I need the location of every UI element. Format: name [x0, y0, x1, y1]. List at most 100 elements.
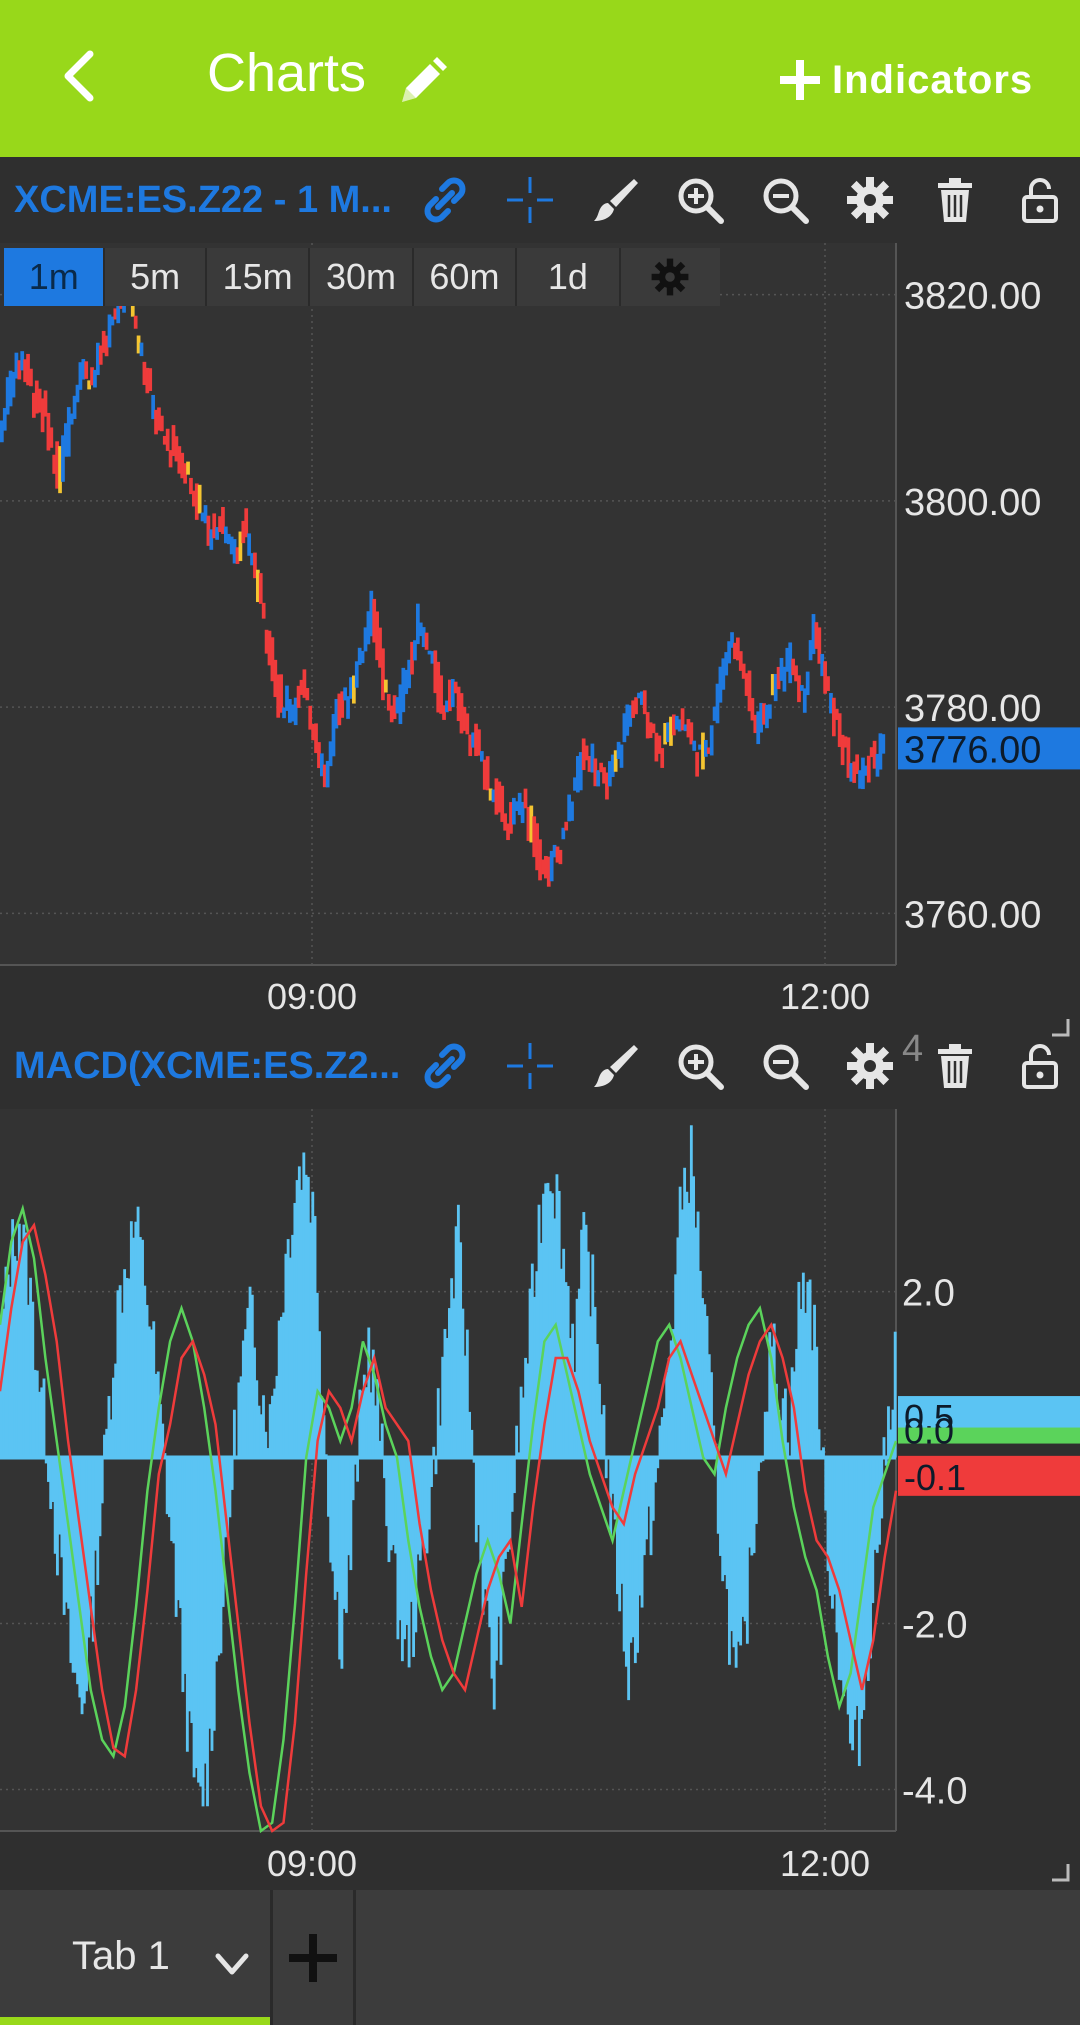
price-panel-title[interactable]: XCME:ES.Z22 - 1 M...: [14, 179, 404, 222]
histogram-bar: [687, 1202, 691, 1458]
price-chart-svg[interactable]: 3820.00 3800.00 3780.00 3760.00 3776.00 09:00…: [0, 243, 1080, 1043]
timeframe-settings[interactable]: [621, 248, 720, 306]
histogram-bar: [833, 1457, 837, 1595]
histogram-bar: [880, 1457, 884, 1519]
histogram-bar: [553, 1218, 557, 1458]
timeframe-15m[interactable]: 15m: [207, 248, 311, 306]
histogram-bar: [11, 1219, 15, 1458]
crosshair-icon[interactable]: [505, 175, 555, 225]
histogram-bar: [508, 1457, 512, 1550]
histogram-bar: [817, 1429, 821, 1458]
histogram-bar: [302, 1152, 306, 1458]
histogram-bar: [560, 1268, 563, 1458]
gear-icon[interactable]: [845, 175, 895, 225]
histogram-bar: [112, 1377, 115, 1458]
macd-chart[interactable]: 2.0 -2.0 -4.0 4 0.5 0.0 -0.1 09:00 12:00: [0, 1023, 1080, 1890]
histogram-bar: [203, 1457, 207, 1764]
tab-1[interactable]: Tab 1: [0, 1890, 273, 2025]
histogram-bar: [770, 1346, 774, 1458]
histogram-bar: [322, 1415, 326, 1458]
histogram-bar: [282, 1312, 286, 1458]
macd-panel-title[interactable]: MACD(XCME:ES.Z2...: [14, 1045, 404, 1088]
histogram-bar: [636, 1457, 639, 1653]
crosshair-icon[interactable]: [505, 1041, 555, 1091]
histogram-bar: [734, 1457, 738, 1668]
histogram-bar: [555, 1174, 559, 1458]
trash-icon[interactable]: [930, 1041, 980, 1091]
zoom-out-icon[interactable]: [760, 175, 810, 225]
brush-icon[interactable]: [590, 1041, 640, 1091]
histogram-bar: [712, 1425, 716, 1458]
back-arrow-icon[interactable]: [52, 46, 112, 106]
histogram-bar: [696, 1211, 700, 1458]
chevron-down-icon[interactable]: [212, 1944, 252, 1984]
histogram-bar: [400, 1457, 404, 1662]
macd-panel-toolbar: MACD(XCME:ES.Z2...: [0, 1023, 1080, 1109]
link-icon[interactable]: [420, 175, 470, 225]
histogram-bar: [33, 1369, 37, 1458]
timeframe-selector: 1m 5m 15m 30m 60m 1d: [4, 248, 720, 306]
timeframe-30m[interactable]: 30m: [310, 248, 414, 306]
timeframe-1d[interactable]: 1d: [517, 248, 621, 306]
price-chart[interactable]: 3820.00 3800.00 3780.00 3760.00 3776.00 09:00…: [0, 243, 1080, 1043]
histogram-bar: [728, 1457, 731, 1665]
timeframe-5m[interactable]: 5m: [105, 248, 207, 306]
histogram-bar: [98, 1457, 102, 1537]
link-icon[interactable]: [420, 1041, 470, 1091]
histogram-bar: [268, 1404, 272, 1458]
histogram-bar: [564, 1282, 568, 1458]
histogram-bar: [6, 1274, 10, 1458]
histogram-bar: [551, 1193, 554, 1458]
histogram-bar: [616, 1457, 619, 1595]
candle: [465, 713, 470, 735]
histogram-bar: [530, 1263, 534, 1458]
zoom-in-icon[interactable]: [675, 175, 725, 225]
histogram-bar: [633, 1457, 637, 1664]
histogram-bar: [667, 1358, 671, 1458]
histogram-bar: [860, 1457, 863, 1719]
histogram-bar: [801, 1272, 805, 1458]
histogram-bar: [69, 1457, 73, 1663]
histogram-bar: [78, 1457, 82, 1698]
lock-open-icon[interactable]: [1015, 175, 1065, 225]
zoom-out-icon[interactable]: [760, 1041, 810, 1091]
histogram-bar: [349, 1457, 353, 1571]
brush-icon[interactable]: [590, 175, 640, 225]
macd-chart-svg[interactable]: 2.0-2.0-4.040.50.0-0.109:00 12:00: [0, 1023, 1080, 1890]
histogram-bar: [640, 1457, 644, 1608]
histogram-bar: [418, 1457, 422, 1561]
timeframe-60m[interactable]: 60m: [414, 248, 518, 306]
histogram-bar: [638, 1457, 642, 1596]
histogram-bar: [58, 1457, 62, 1535]
candle: [29, 368, 33, 387]
histogram-bar: [338, 1457, 342, 1660]
gear-icon[interactable]: [845, 1041, 895, 1091]
timeframe-1m[interactable]: 1m: [4, 248, 106, 306]
histogram-bar: [134, 1221, 138, 1458]
histogram-bar: [365, 1387, 368, 1458]
candle: [651, 723, 656, 734]
histogram-bar: [593, 1306, 597, 1458]
histogram-bar: [454, 1226, 458, 1458]
histogram-bar: [743, 1457, 747, 1622]
candle: [826, 676, 830, 691]
candle: [384, 679, 388, 693]
histogram-bar: [497, 1457, 501, 1617]
trash-icon[interactable]: [930, 175, 980, 225]
histogram-bar: [385, 1457, 389, 1527]
add-indicators-button[interactable]: Indicators: [778, 50, 1033, 110]
histogram-bar: [835, 1457, 839, 1633]
histogram-bar: [114, 1363, 118, 1458]
zoom-in-icon[interactable]: [675, 1041, 725, 1091]
lock-open-icon[interactable]: [1015, 1041, 1065, 1091]
histogram-bar: [150, 1329, 153, 1458]
histogram-bar: [618, 1457, 622, 1612]
histogram-bar: [329, 1457, 333, 1563]
histogram-bar: [488, 1457, 492, 1628]
pencil-icon[interactable]: [396, 56, 448, 108]
histogram-bar: [893, 1331, 897, 1458]
histogram-bar: [719, 1457, 722, 1556]
add-tab-button[interactable]: [273, 1890, 356, 2025]
histogram-bar: [510, 1457, 514, 1512]
histogram-bar: [273, 1388, 277, 1458]
